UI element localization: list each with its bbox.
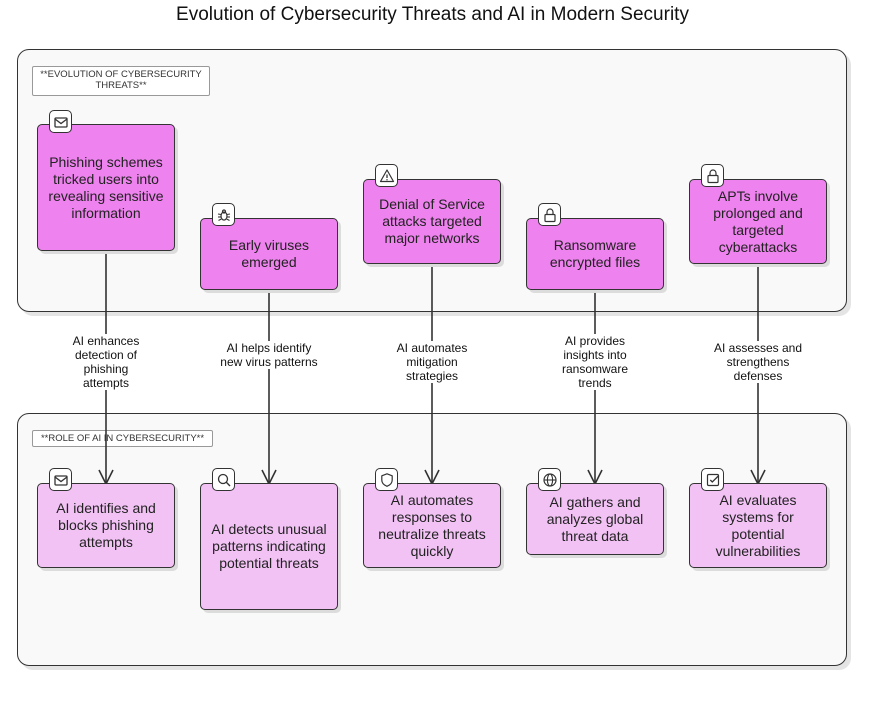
threat-node-viruses[interactable]: Early viruses emerged — [200, 218, 338, 290]
lock-icon — [701, 164, 724, 187]
threat-node-apts[interactable]: APTs involve prolonged and targeted cybe… — [689, 179, 827, 264]
threat-node-text: APTs involve prolonged and targeted cybe… — [713, 187, 803, 255]
group-label-evolution-of-threats: **EVOLUTION OF CYBERSECURITY THREATS** — [32, 66, 210, 96]
bug-icon — [212, 203, 235, 226]
ai-node-text: AI evaluates systems for potential vulne… — [715, 491, 801, 559]
ai-node-text: AI identifies and blocks phishing attemp… — [56, 500, 156, 550]
diagram-title: Evolution of Cybersecurity Threats and A… — [176, 4, 689, 25]
threat-node-text: Denial of Service attacks targeted major… — [379, 196, 485, 246]
threat-node-text: Early viruses emerged — [228, 237, 310, 270]
edge-label-viruses: AI helps identify new virus patterns — [219, 341, 319, 369]
ai-node-vulnerabilities[interactable]: AI evaluates systems for potential vulne… — [689, 483, 827, 568]
warning-icon — [375, 164, 398, 187]
ai-node-phishing[interactable]: AI identifies and blocks phishing attemp… — [37, 483, 175, 568]
mail-icon — [49, 468, 72, 491]
ai-node-text: AI detects unusual patterns indicating p… — [211, 521, 327, 571]
mail-icon — [49, 110, 72, 133]
lock-icon — [538, 203, 561, 226]
threat-node-ransomware[interactable]: Ransomware encrypted files — [526, 218, 664, 290]
shield-icon — [375, 468, 398, 491]
ai-node-text: AI automates responses to neutralize thr… — [378, 491, 486, 559]
ai-node-patterns[interactable]: AI detects unusual patterns indicating p… — [200, 483, 338, 610]
ai-node-responses[interactable]: AI automates responses to neutralize thr… — [363, 483, 501, 568]
edge-label-dos: AI automates mitigation strategies — [389, 341, 475, 383]
check-square-icon — [701, 468, 724, 491]
globe-icon — [538, 468, 561, 491]
edge-label-phishing: AI enhances detection of phishing attemp… — [63, 334, 149, 390]
group-label-role-of-ai: **ROLE OF AI IN CYBERSECURITY** — [32, 430, 213, 447]
threat-node-phishing[interactable]: Phishing schemes tricked users into reve… — [37, 124, 175, 251]
search-icon — [212, 468, 235, 491]
edge-label-apts: AI assesses and strengthens defenses — [706, 341, 810, 383]
threat-node-dos[interactable]: Denial of Service attacks targeted major… — [363, 179, 501, 264]
ai-node-text: AI gathers and analyzes global threat da… — [546, 493, 644, 544]
edge-label-ransomware: AI provides insights into ransomware tre… — [553, 334, 637, 390]
threat-node-text: Phishing schemes tricked users into reve… — [48, 153, 164, 221]
threat-node-text: Ransomware encrypted files — [549, 237, 641, 270]
ai-node-global-data[interactable]: AI gathers and analyzes global threat da… — [526, 483, 664, 555]
